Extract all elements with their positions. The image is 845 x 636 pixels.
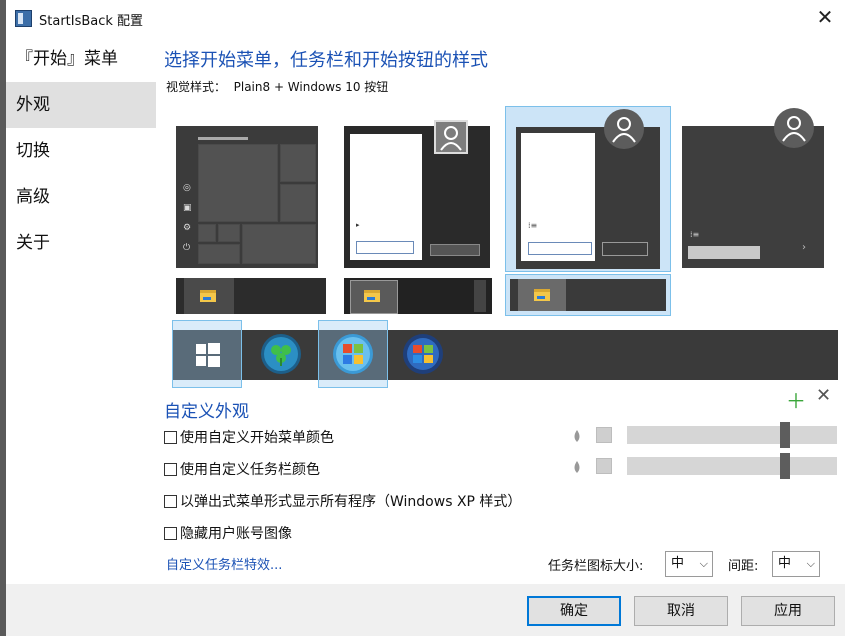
- checkbox[interactable]: [164, 494, 177, 508]
- custom-start-color-option[interactable]: 使用自定义开始菜单颜色: [164, 427, 334, 447]
- window-title: StartIsBack 配置: [39, 14, 144, 29]
- remove-icon: ✕: [816, 385, 832, 406]
- folder-icon: [364, 290, 380, 302]
- add-button[interactable]: ＋: [786, 385, 806, 414]
- checkbox[interactable]: [164, 430, 177, 444]
- clover-orb-icon: [261, 334, 301, 374]
- customize-taskbar-effects-link[interactable]: 自定义任务栏特效...: [166, 554, 282, 573]
- option-label: 以弹出式菜单形式显示所有程序（Windows XP 样式）: [180, 494, 522, 510]
- folder-icon: [534, 289, 550, 301]
- taskbar-preview: [510, 279, 666, 311]
- plus-icon: ＋: [786, 389, 806, 413]
- orb-option-windows-flag[interactable]: [392, 320, 462, 388]
- page-title: 选择开始菜单，任务栏和开始按钮的样式: [164, 50, 488, 71]
- style-option-plain8-compact[interactable]: ⁞≡ ›: [682, 108, 824, 272]
- visual-style-label: 视觉样式： Plain8 + Windows 10 按钮: [166, 80, 389, 94]
- droplet-icon: [574, 430, 580, 442]
- checkbox[interactable]: [164, 462, 177, 476]
- option-label: 使用自定义开始菜单颜色: [180, 430, 334, 446]
- spacing-select[interactable]: 中 ⌵: [772, 551, 820, 577]
- windows-flag-orb-icon: [403, 334, 443, 374]
- taskbar-color-swatch[interactable]: [596, 458, 612, 474]
- style-option-plain8[interactable]: ⁞≡: [505, 106, 671, 272]
- remove-button[interactable]: ✕: [816, 385, 831, 406]
- windows7-orb-icon: [333, 334, 373, 374]
- orb-option-windows10[interactable]: [172, 320, 242, 388]
- taskbar-preview: [344, 278, 492, 314]
- apply-button[interactable]: 应用: [741, 596, 835, 626]
- close-button[interactable]: ✕: [813, 6, 837, 30]
- slider-thumb[interactable]: [780, 422, 790, 448]
- icon-size-select[interactable]: 中 ⌵: [665, 551, 713, 577]
- chevron-down-icon: ⌵: [699, 557, 708, 570]
- sidebar-item-appearance[interactable]: 外观: [6, 82, 156, 128]
- user-avatar-icon: [604, 109, 644, 149]
- config-window: StartIsBack 配置 ✕ 『开始』菜单 外观 切换 高级 关于 选择开始…: [6, 0, 845, 636]
- taskbar-style-glass[interactable]: [344, 278, 492, 314]
- ok-button[interactable]: 确定: [527, 596, 621, 626]
- custom-taskbar-color-option[interactable]: 使用自定义任务栏颜色: [164, 459, 320, 479]
- dialog-footer: 确定 取消 应用: [6, 584, 845, 636]
- start-color-opacity-slider[interactable]: [627, 422, 837, 448]
- user-avatar-icon: [774, 108, 814, 148]
- appearance-panel: 选择开始菜单，任务栏和开始按钮的样式 视觉样式： Plain8 + Window…: [164, 36, 845, 584]
- title-bar[interactable]: StartIsBack 配置 ✕: [6, 0, 845, 36]
- chevron-down-icon: ⌵: [806, 557, 815, 570]
- option-label: 使用自定义任务栏颜色: [180, 462, 320, 478]
- taskbar-preview: [176, 278, 326, 314]
- checkbox[interactable]: [164, 526, 177, 540]
- start-menu-preview: ▸: [344, 126, 490, 268]
- spacing-label: 间距:: [728, 559, 759, 574]
- orb-option-windows7[interactable]: [318, 320, 388, 388]
- start-menu-preview: ◎ ▣ ⚙ ⏻: [176, 126, 318, 268]
- slider-thumb[interactable]: [780, 453, 790, 479]
- app-icon: [15, 10, 32, 27]
- icon-size-label: 任务栏图标大小:: [548, 559, 644, 574]
- windows-logo-icon: [196, 343, 220, 367]
- hide-user-picture-option[interactable]: 隐藏用户账号图像: [164, 523, 292, 543]
- start-button-strip: [172, 320, 838, 388]
- user-avatar-icon: [434, 120, 468, 154]
- sidebar-item-about[interactable]: 关于: [6, 220, 156, 266]
- sidebar-item-advanced[interactable]: 高级: [6, 174, 156, 220]
- xp-style-menu-option[interactable]: 以弹出式菜单形式显示所有程序（Windows XP 样式）: [164, 491, 521, 511]
- close-icon: ✕: [816, 5, 834, 29]
- select-value: 中: [671, 556, 685, 571]
- cancel-button[interactable]: 取消: [634, 596, 728, 626]
- folder-icon: [200, 290, 216, 302]
- start-color-swatch[interactable]: [596, 427, 612, 443]
- taskbar-style-dark[interactable]: [176, 278, 326, 314]
- style-option-windows10[interactable]: ◎ ▣ ⚙ ⏻: [172, 124, 322, 272]
- sidebar-item-start-menu[interactable]: 『开始』菜单: [6, 36, 156, 82]
- taskbar-color-opacity-slider[interactable]: [627, 453, 837, 479]
- orb-option-clover[interactable]: [246, 320, 316, 388]
- taskbar-style-plain8[interactable]: [505, 274, 671, 316]
- style-option-windows7[interactable]: ▸: [342, 120, 492, 272]
- sidebar-item-switching[interactable]: 切换: [6, 128, 156, 174]
- sidebar: 『开始』菜单 外观 切换 高级 关于: [6, 36, 156, 266]
- select-value: 中: [778, 556, 792, 571]
- option-label: 隐藏用户账号图像: [180, 526, 292, 542]
- droplet-icon: [574, 461, 580, 473]
- custom-appearance-title: 自定义外观: [164, 402, 249, 422]
